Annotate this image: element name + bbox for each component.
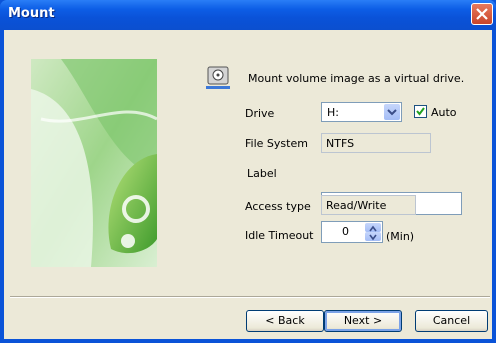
auto-checkbox[interactable] <box>414 105 427 118</box>
window-title: Mount <box>8 6 55 21</box>
next-button[interactable]: Next > <box>324 310 402 332</box>
drive-value: H: <box>327 106 339 119</box>
chevron-down-icon[interactable] <box>384 104 400 120</box>
idle-timeout-value: 0 <box>342 225 349 238</box>
title-bar[interactable]: Mount <box>0 0 496 30</box>
drive-dropdown[interactable]: H: <box>321 102 402 122</box>
mount-dialog: Mount Mount volume image as a virtual dr… <box>0 0 496 343</box>
idle-timeout-label: Idle Timeout <box>245 229 314 242</box>
cancel-button[interactable]: Cancel <box>415 310 488 332</box>
idle-timeout-spinner[interactable]: 0 <box>321 221 383 243</box>
file-system-label: File System <box>245 137 308 150</box>
spin-up-icon[interactable] <box>365 223 381 232</box>
access-type-field: Read/Write <box>321 195 416 215</box>
virtual-disk-icon <box>206 66 230 89</box>
spin-down-icon[interactable] <box>365 232 381 241</box>
volume-label-label: Label <box>247 167 277 180</box>
auto-label[interactable]: Auto <box>431 106 457 119</box>
back-button[interactable]: < Back <box>246 310 324 332</box>
file-system-field: NTFS <box>321 133 431 153</box>
dialog-body: Mount volume image as a virtual drive. D… <box>4 30 492 339</box>
button-divider <box>10 296 490 298</box>
leaf-artwork <box>31 59 157 267</box>
close-icon <box>476 8 488 20</box>
dialog-headline: Mount volume image as a virtual drive. <box>248 72 465 85</box>
drive-label: Drive <box>245 107 275 120</box>
file-system-value: NTFS <box>326 137 355 150</box>
access-type-value: Read/Write <box>326 199 387 212</box>
idle-timeout-unit: (Min) <box>386 230 415 243</box>
close-button[interactable] <box>471 3 493 25</box>
access-type-label: Access type <box>245 200 311 213</box>
